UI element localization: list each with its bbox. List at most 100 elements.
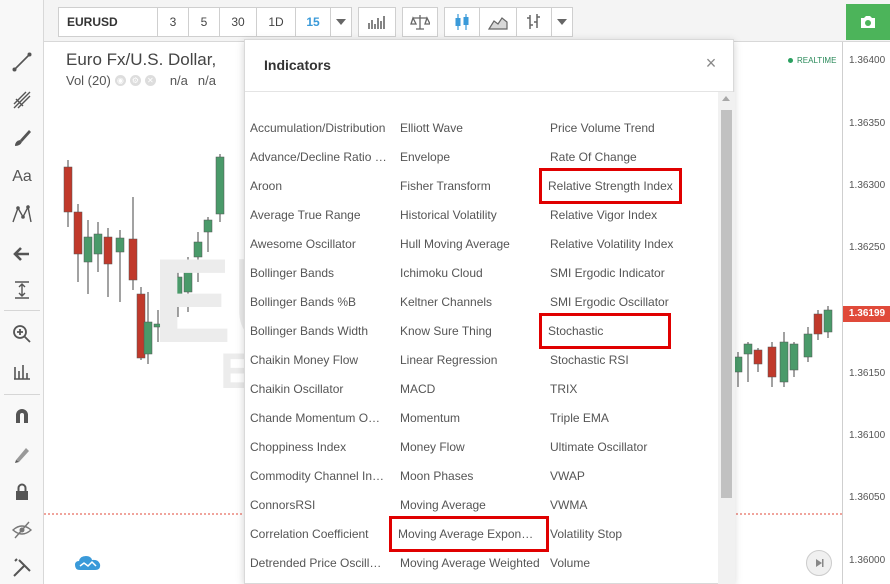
magnet-tool[interactable] <box>4 400 40 432</box>
indicator-item[interactable]: Price Volume Trend <box>550 119 692 137</box>
indicator-item[interactable]: Advance/Decline Ratio … <box>250 148 392 166</box>
price-axis[interactable]: 1.36400 1.36350 1.36300 1.36250 1.36199 … <box>842 42 890 584</box>
lock-tool[interactable] <box>4 476 40 508</box>
candle-body <box>83 236 93 263</box>
indicator-item[interactable]: Commodity Channel In… <box>250 467 392 485</box>
indicator-item[interactable]: TRIX <box>550 380 692 398</box>
scrollbar[interactable] <box>718 92 735 584</box>
eye-icon[interactable]: ◉ <box>114 75 126 86</box>
stay-in-drawing-tool[interactable] <box>4 438 40 470</box>
indicator-item[interactable]: Bollinger Bands Width <box>250 322 392 340</box>
indicators-button[interactable] <box>402 7 438 37</box>
chart-type-dropdown[interactable] <box>551 7 573 37</box>
indicator-item[interactable]: Envelope <box>400 148 542 166</box>
interval-button-1d[interactable]: 1D <box>256 7 296 37</box>
indicator-item[interactable]: Chande Momentum O… <box>250 409 392 427</box>
bars-button[interactable] <box>516 7 552 37</box>
candle-body <box>215 156 225 215</box>
indicator-item[interactable]: Relative Vigor Index <box>550 206 692 224</box>
scroll-up-arrow-icon[interactable] <box>722 96 730 101</box>
measure-tool[interactable] <box>4 274 40 306</box>
interval-dropdown[interactable] <box>330 7 352 37</box>
interval-button-5[interactable]: 5 <box>188 7 220 37</box>
indicator-item[interactable]: Bollinger Bands <box>250 264 392 282</box>
close-icon[interactable]: × <box>701 53 721 73</box>
trend-line-icon <box>12 52 32 72</box>
indicator-item[interactable]: Money Flow <box>400 438 542 456</box>
indicator-item[interactable]: Volatility Stop <box>550 525 692 543</box>
indicator-item[interactable]: Historical Volatility <box>400 206 542 224</box>
indicator-item[interactable]: SMI Ergodic Indicator <box>550 264 692 282</box>
indicator-item[interactable]: Chaikin Oscillator <box>250 380 392 398</box>
indicator-item[interactable]: Keltner Channels <box>400 293 542 311</box>
indicator-item[interactable]: Relative Strength Index <box>539 168 682 204</box>
indicator-item[interactable]: Ultimate Oscillator <box>550 438 692 456</box>
indicator-item[interactable]: Awesome Oscillator <box>250 235 392 253</box>
indicator-item[interactable]: Elliott Wave <box>400 119 542 137</box>
indicator-item[interactable]: Chaikin Money Flow <box>250 351 392 369</box>
indicator-item[interactable]: SMI Ergodic Oscillator <box>550 293 692 311</box>
indicator-item[interactable]: Average True Range <box>250 206 392 224</box>
indicator-item[interactable]: Detrended Price Oscill… <box>250 554 392 572</box>
candle-body <box>779 341 789 383</box>
indicator-item[interactable]: Moving Average Expon… <box>389 516 549 552</box>
candles-button[interactable] <box>444 7 480 37</box>
indicator-item[interactable]: Moving Average <box>400 496 542 514</box>
indicator-item[interactable]: Bollinger Bands %B <box>250 293 392 311</box>
indicator-item[interactable]: Relative Volatility Index <box>550 235 692 253</box>
pattern-tool[interactable] <box>4 198 40 230</box>
settings-icon[interactable]: ⚙ <box>129 75 141 86</box>
indicator-item[interactable]: Know Sure Thing <box>400 322 542 340</box>
play-icon[interactable] <box>806 550 832 576</box>
indicator-item[interactable]: Stochastic <box>539 313 671 349</box>
indicator-item[interactable]: Correlation Coefficient <box>250 525 392 543</box>
indicator-item[interactable]: Momentum <box>400 409 542 427</box>
indicator-item[interactable]: Fisher Transform <box>400 177 542 195</box>
indicator-item[interactable]: Moon Phases <box>400 467 542 485</box>
text-tool[interactable]: Aa <box>4 161 40 193</box>
interval-button-30[interactable]: 30 <box>219 7 257 37</box>
price-tick: 1.36300 <box>849 180 886 191</box>
crosshair-tool[interactable] <box>4 6 40 38</box>
indicator-item[interactable]: Linear Regression <box>400 351 542 369</box>
chart-title: Euro Fx/U.S. Dollar, <box>66 50 217 69</box>
indicator-item[interactable]: MACD <box>400 380 542 398</box>
indicator-item[interactable]: Choppiness Index <box>250 438 392 456</box>
indicator-item[interactable]: Rate Of Change <box>550 148 692 166</box>
indicator-item[interactable]: ConnorsRSI <box>250 496 392 514</box>
arrow-tool[interactable] <box>4 238 40 270</box>
dialog-header: Indicators × <box>245 40 733 92</box>
pitchfork-tool[interactable] <box>4 84 40 116</box>
area-chart-button[interactable] <box>479 7 517 37</box>
compare-button[interactable] <box>358 7 396 37</box>
brush-tool[interactable] <box>4 122 40 154</box>
zoom-tool[interactable] <box>4 318 40 350</box>
indicator-item[interactable]: VWMA <box>550 496 692 514</box>
indicator-item[interactable]: Triple EMA <box>550 409 692 427</box>
indicator-item[interactable]: VWAP <box>550 467 692 485</box>
symbol-input[interactable]: EURUSD <box>58 7 158 37</box>
indicator-item[interactable]: Stochastic RSI <box>550 351 692 369</box>
indicator-item[interactable]: Volume <box>550 554 692 572</box>
trend-line-tool[interactable] <box>4 46 40 78</box>
price-tick: 1.36100 <box>849 430 886 441</box>
interval-button-3[interactable]: 3 <box>157 7 189 37</box>
indicator-item[interactable]: Accumulation/Distribution <box>250 119 392 137</box>
candle-body <box>103 236 113 265</box>
hide-drawings-tool[interactable] <box>4 514 40 546</box>
indicator-item[interactable]: Aroon <box>250 177 392 195</box>
screenshot-button[interactable] <box>846 4 890 40</box>
indicators-dialog: Indicators × Accumulation/Distribution Ad… <box>244 39 735 584</box>
remove-icon[interactable]: ✕ <box>144 75 156 86</box>
ruler-tool[interactable] <box>4 356 40 388</box>
camera-icon <box>861 16 875 28</box>
cloud-icon[interactable] <box>74 554 102 577</box>
indicator-item[interactable]: Moving Average Weighted <box>400 554 542 572</box>
remove-drawings-tool[interactable] <box>4 552 40 584</box>
brush-icon <box>15 130 31 146</box>
scrollbar-thumb[interactable] <box>721 110 732 498</box>
interval-button-15[interactable]: 15 <box>295 7 331 37</box>
price-tick: 1.36250 <box>849 242 886 253</box>
indicator-item[interactable]: Ichimoku Cloud <box>400 264 542 282</box>
indicator-item[interactable]: Hull Moving Average <box>400 235 542 253</box>
